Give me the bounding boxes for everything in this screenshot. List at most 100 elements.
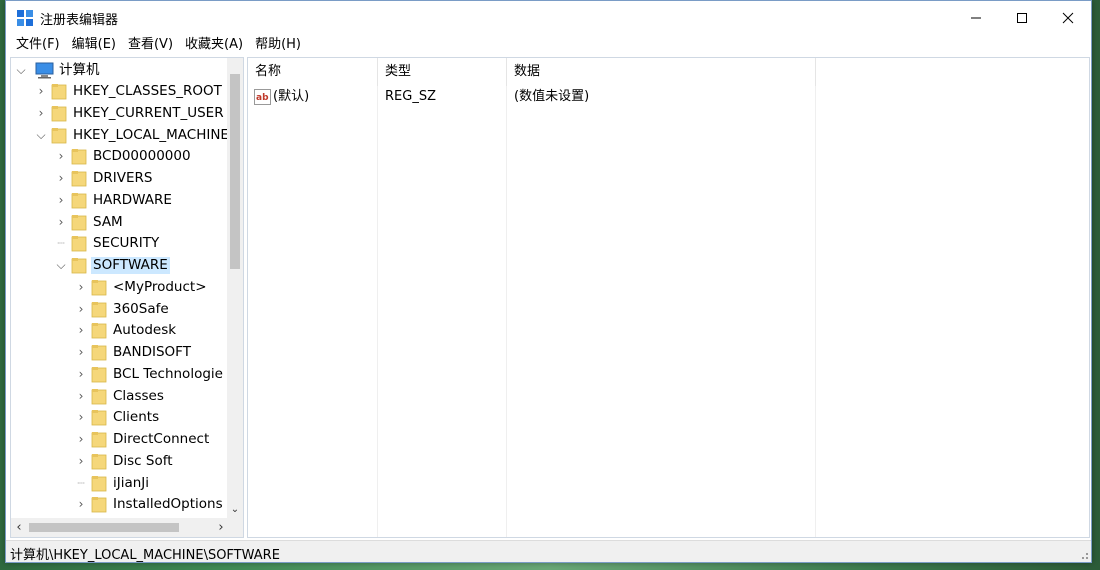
chevron-right-icon[interactable]: › [55, 212, 67, 233]
tree-node-label: DirectConnect [113, 431, 210, 447]
menu-view[interactable]: 查看(V) [122, 34, 179, 56]
chevron-right-icon[interactable]: › [75, 342, 87, 363]
menu-favorites[interactable]: 收藏夹(A) [179, 34, 249, 56]
tree-node[interactable]: › Classes [11, 386, 229, 407]
chevron-right-icon[interactable]: › [75, 451, 87, 472]
value-name: (默认) [273, 89, 310, 104]
tree-node[interactable]: ┈ SECURITY [11, 233, 229, 254]
folder-icon [91, 279, 107, 296]
chevron-right-icon[interactable]: › [75, 299, 87, 320]
status-path: 计算机\HKEY_LOCAL_MACHINE\SOFTWARE [10, 548, 280, 563]
tree-node[interactable]: › <MyProduct> [11, 277, 229, 298]
chevron-right-icon[interactable]: › [35, 103, 47, 124]
tree-node-label: <MyProduct> [113, 278, 207, 295]
registry-editor-icon [17, 10, 33, 26]
key-tree-pane[interactable]: ⌵ 计算机 › HKEY_CLASSES_ROOT › HKEY_CURRENT_US… [10, 57, 244, 538]
folder-icon [51, 105, 67, 122]
chevron-right-icon[interactable]: › [55, 146, 67, 167]
window-title: 注册表编辑器 [40, 13, 119, 28]
tree-node-label: SAM [93, 213, 123, 230]
chevron-right-icon[interactable]: › [75, 364, 87, 385]
values-list-pane[interactable]: 名称 类型 数据 ab (默认) REG_SZ (数值未设置) [247, 57, 1090, 538]
tree-node[interactable]: › HKEY_CLASSES_ROOT [11, 81, 229, 102]
folder-icon [71, 192, 87, 209]
tree-node-label: HKEY_CURRENT_USER [73, 104, 224, 121]
tree-node-label: 360Safe [113, 300, 169, 317]
folder-icon [91, 475, 107, 491]
folder-icon [91, 388, 107, 404]
tree-node[interactable]: ⌵ HKEY_LOCAL_MACHINE [11, 125, 229, 146]
chevron-right-icon[interactable]: › [35, 81, 47, 102]
folder-icon [51, 127, 67, 143]
column-header-data[interactable]: 数据 [507, 58, 816, 86]
tree-node-label: InstalledOptions [113, 496, 223, 513]
value-data: (数值未设置) [514, 89, 590, 104]
chevron-right-icon[interactable]: › [75, 320, 87, 341]
string-value-icon: ab [254, 89, 271, 105]
chevron-right-icon[interactable]: › [55, 190, 67, 211]
svg-text:ab: ab [256, 93, 269, 103]
tree-node[interactable]: › Autodesk [11, 320, 229, 341]
tree-connector: ┈ [77, 475, 85, 490]
tree-node-label: BCD00000000 [93, 148, 191, 165]
chevron-right-icon[interactable]: › [75, 494, 87, 515]
tree-node[interactable]: › HKEY_CURRENT_USER [11, 103, 229, 124]
tree-node[interactable]: › DirectConnect [11, 429, 229, 450]
maximize-button[interactable] [999, 1, 1045, 34]
tree-node[interactable]: ┈ iJianJi [11, 473, 229, 494]
scroll-down-arrow-icon[interactable]: ⌄ [227, 502, 243, 518]
regedit-window: 注册表编辑器 文件(F) 编辑(E) 查看(V) 收藏夹(A) 帮助(H) ⌵ [5, 0, 1092, 563]
maximize-icon [1017, 12, 1027, 23]
folder-icon [71, 171, 87, 187]
scrollbar-thumb[interactable] [230, 74, 240, 269]
column-divider [377, 86, 378, 537]
chevron-down-icon[interactable]: ⌵ [55, 255, 67, 276]
resize-grip-icon[interactable] [1077, 548, 1089, 560]
menu-help[interactable]: 帮助(H) [249, 34, 307, 56]
close-button[interactable] [1045, 1, 1091, 34]
menu-edit[interactable]: 编辑(E) [66, 34, 122, 56]
tree-node-label: SECURITY [93, 235, 160, 252]
chevron-down-icon[interactable]: ⌵ [15, 60, 27, 81]
close-icon [1062, 12, 1074, 23]
tree-node[interactable]: ⌵ SOFTWARE [11, 255, 229, 276]
tree-node[interactable]: › SAM [11, 212, 229, 233]
tree-node[interactable]: › InstalledOptions [11, 494, 229, 515]
tree-node[interactable]: › BCD00000000 [11, 146, 229, 167]
title-bar[interactable]: 注册表编辑器 [6, 1, 1091, 34]
tree-node[interactable]: › DRIVERS [11, 168, 229, 189]
chevron-down-icon[interactable]: ⌵ [35, 125, 47, 146]
tree-node[interactable]: › Disc Soft [11, 451, 229, 472]
tree-node-computer[interactable]: ⌵ 计算机 [11, 60, 229, 81]
tree-vertical-scrollbar[interactable]: ⌄ [227, 58, 243, 518]
minimize-button[interactable] [953, 1, 999, 34]
scrollbar-thumb[interactable] [29, 523, 179, 532]
scroll-left-arrow-icon[interactable]: ‹ [11, 518, 27, 537]
chevron-right-icon[interactable]: › [75, 386, 87, 407]
minimize-icon [971, 17, 981, 18]
value-row-default[interactable]: ab (默认) REG_SZ (数值未设置) [248, 86, 848, 108]
folder-icon [91, 323, 107, 339]
folder-icon [71, 149, 87, 165]
tree-node-label: Clients [113, 409, 160, 426]
chevron-right-icon[interactable]: › [75, 429, 87, 450]
tree-node[interactable]: › 360Safe [11, 299, 229, 320]
column-divider [815, 86, 816, 537]
tree-node[interactable]: › Clients [11, 407, 229, 428]
column-header-name[interactable]: 名称 [248, 58, 378, 86]
menu-file[interactable]: 文件(F) [10, 34, 66, 56]
scrollbar-corner [227, 518, 243, 537]
folder-icon [51, 84, 67, 100]
tree-node-label: BCL Technologie [113, 365, 223, 382]
tree-node[interactable]: › HARDWARE [11, 190, 229, 211]
column-header-type[interactable]: 类型 [378, 58, 507, 86]
chevron-right-icon[interactable]: › [55, 168, 67, 189]
chevron-right-icon[interactable]: › [75, 277, 87, 298]
tree-node-label: DRIVERS [93, 170, 153, 186]
tree-node[interactable]: › BANDISOFT [11, 342, 229, 363]
status-bar: 计算机\HKEY_LOCAL_MACHINE\SOFTWARE [6, 540, 1091, 563]
tree-node[interactable]: › BCL Technologie [11, 364, 229, 385]
tree-node-label: iJianJi [113, 474, 150, 491]
chevron-right-icon[interactable]: › [75, 407, 87, 428]
tree-horizontal-scrollbar[interactable]: ‹ › [11, 518, 229, 537]
